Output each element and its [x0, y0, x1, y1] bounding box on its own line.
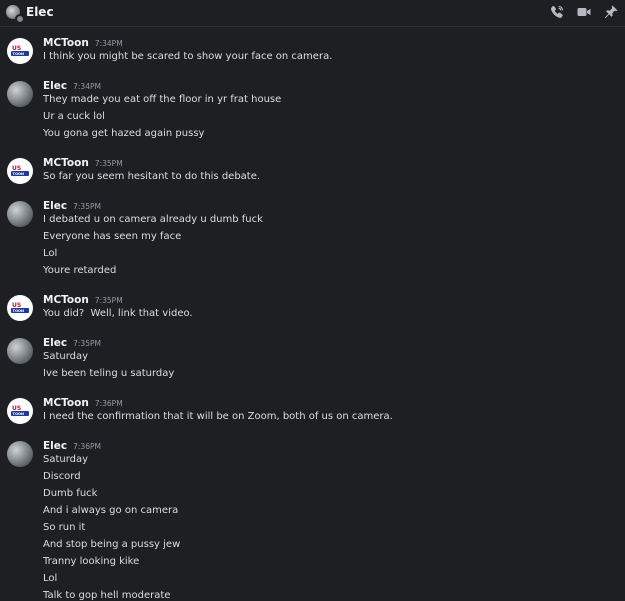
- message-header: MCToon 7:35PM: [43, 157, 123, 169]
- username[interactable]: Elec: [43, 440, 67, 452]
- svg-text:US: US: [12, 405, 21, 412]
- message-text: And i always go on camera: [43, 505, 179, 516]
- message-header: MCToon 7:34PM: [43, 37, 123, 49]
- username[interactable]: Elec: [43, 337, 67, 349]
- svg-text:US: US: [12, 165, 21, 172]
- message-text: Youre retarded: [43, 265, 117, 276]
- message-text: I need the confirmation that it will be …: [43, 411, 393, 422]
- message-header: Elec 7:36PM: [43, 440, 101, 452]
- username[interactable]: MCToon: [43, 37, 89, 49]
- avatar[interactable]: US TOON: [7, 158, 33, 184]
- message-text: Everyone has seen my face: [43, 231, 182, 242]
- svg-text:TOON: TOON: [13, 412, 25, 416]
- message-text: You gona get hazed again pussy: [43, 128, 205, 139]
- message-text: Dumb fuck: [43, 488, 98, 499]
- timestamp: 7:34PM: [73, 82, 101, 91]
- avatar[interactable]: US TOON: [7, 38, 33, 64]
- video-icon[interactable]: [576, 4, 592, 20]
- channel-title[interactable]: Elec: [26, 5, 54, 19]
- svg-text:US: US: [12, 302, 21, 309]
- message-header: Elec 7:34PM: [43, 80, 101, 92]
- timestamp: 7:34PM: [94, 39, 123, 48]
- timestamp: 7:36PM: [94, 399, 123, 408]
- svg-text:TOON: TOON: [13, 172, 25, 176]
- message-text: Lol: [43, 248, 58, 259]
- message-header: MCToon 7:36PM: [43, 397, 123, 409]
- mctoon-logo-icon: US TOON: [8, 159, 32, 183]
- mctoon-logo-icon: US TOON: [8, 399, 32, 423]
- avatar[interactable]: US TOON: [7, 398, 33, 424]
- message-text: Ive been teling u saturday: [43, 368, 175, 379]
- timestamp: 7:35PM: [73, 202, 101, 211]
- timestamp: 7:36PM: [73, 442, 101, 451]
- message-text: Discord: [43, 471, 81, 482]
- call-icon[interactable]: [549, 4, 565, 20]
- avatar[interactable]: [7, 201, 33, 227]
- message-header: MCToon 7:35PM: [43, 294, 123, 306]
- avatar[interactable]: [7, 441, 33, 467]
- svg-text:US: US: [12, 45, 21, 52]
- timestamp: 7:35PM: [73, 339, 101, 348]
- message-text: They made you eat off the floor in yr fr…: [43, 94, 282, 105]
- message-text: You did? Well, link that video.: [43, 308, 193, 319]
- mctoon-logo-icon: US TOON: [8, 296, 32, 320]
- message-text: Ur a cuck lol: [43, 111, 105, 122]
- avatar[interactable]: [7, 81, 33, 107]
- message-text: Lol: [43, 573, 58, 584]
- status-indicator: [15, 14, 25, 24]
- svg-text:TOON: TOON: [13, 309, 25, 313]
- message-text: Saturday: [43, 351, 89, 362]
- message-text: I think you might be scared to show your…: [43, 51, 333, 62]
- username[interactable]: Elec: [43, 200, 67, 212]
- username[interactable]: MCToon: [43, 397, 89, 409]
- dm-header: Elec: [0, 0, 625, 27]
- message-text: Saturday: [43, 454, 89, 465]
- timestamp: 7:35PM: [94, 296, 123, 305]
- message-text: Tranny looking kike: [43, 556, 140, 567]
- message-text: I debated u on camera already u dumb fuc…: [43, 214, 263, 225]
- avatar[interactable]: [7, 338, 33, 364]
- message-text: So far you seem hesitant to do this deba…: [43, 171, 261, 182]
- header-toolbar: [549, 4, 619, 20]
- mctoon-logo-icon: US TOON: [8, 39, 32, 63]
- message-header: Elec 7:35PM: [43, 337, 101, 349]
- username[interactable]: MCToon: [43, 294, 89, 306]
- avatar[interactable]: US TOON: [7, 295, 33, 321]
- username[interactable]: Elec: [43, 80, 67, 92]
- message-text: Talk to gop hell moderate: [43, 590, 171, 601]
- message-text: So run it: [43, 522, 86, 533]
- message-header: Elec 7:35PM: [43, 200, 101, 212]
- username[interactable]: MCToon: [43, 157, 89, 169]
- timestamp: 7:35PM: [94, 159, 123, 168]
- svg-text:TOON: TOON: [13, 52, 25, 56]
- pin-icon[interactable]: [603, 4, 619, 20]
- message-text: And stop being a pussy jew: [43, 539, 181, 550]
